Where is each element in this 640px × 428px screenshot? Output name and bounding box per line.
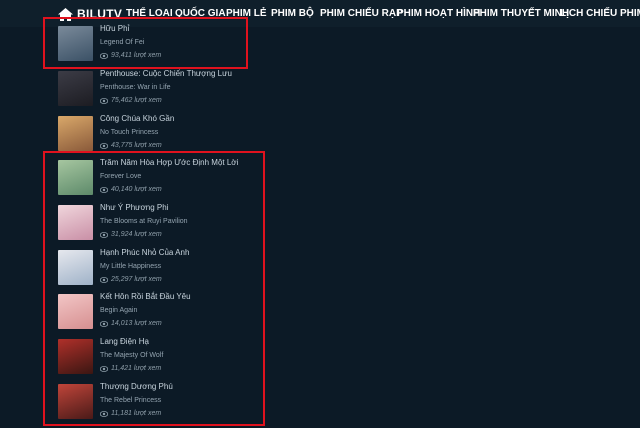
- movie-item[interactable]: Lang Điện Hạ The Majesty Of Wolf 11,421 …: [58, 337, 278, 377]
- eye-icon: [100, 97, 108, 104]
- movie-subtitle: No Touch Princess: [100, 129, 159, 136]
- views-count: 11,421 lượt xem: [111, 365, 162, 372]
- movie-title[interactable]: Lang Điện Hạ: [100, 337, 149, 347]
- movie-title[interactable]: Kết Hôn Rồi Bắt Đầu Yêu: [100, 292, 191, 302]
- movie-title[interactable]: Công Chúa Khó Gần: [100, 114, 174, 124]
- eye-icon: [100, 231, 108, 238]
- views-count: 14,013 lượt xem: [111, 320, 162, 327]
- movie-item[interactable]: Công Chúa Khó Gần No Touch Princess 43,7…: [58, 114, 278, 154]
- movie-subtitle: The Majesty Of Wolf: [100, 352, 164, 359]
- movie-poster[interactable]: [58, 205, 93, 240]
- movie-subtitle: The Rebel Princess: [100, 397, 162, 404]
- eye-icon: [100, 186, 108, 193]
- movie-subtitle: Forever Love: [100, 173, 142, 180]
- movie-title[interactable]: Trăm Năm Hòa Hợp Ước Định Một Lời: [100, 158, 238, 168]
- movie-views: 25,297 lượt xem: [100, 275, 162, 284]
- views-count: 31,924 lượt xem: [111, 231, 162, 238]
- eye-icon: [100, 365, 108, 372]
- movie-item[interactable]: Kết Hôn Rồi Bắt Đầu Yêu Begin Again 14,0…: [58, 292, 278, 332]
- views-count: 40,140 lượt xem: [111, 186, 162, 193]
- movie-poster[interactable]: [58, 160, 93, 195]
- movie-subtitle: Legend Of Fei: [100, 39, 145, 46]
- views-count: 11,181 lượt xem: [111, 410, 162, 417]
- movie-item[interactable]: Hữu Phỉ Legend Of Fei 93,411 lượt xem: [58, 24, 278, 64]
- movie-poster[interactable]: [58, 339, 93, 374]
- movie-item[interactable]: Trăm Năm Hòa Hợp Ước Định Một Lời Foreve…: [58, 158, 278, 198]
- movie-views: 93,411 lượt xem: [100, 51, 161, 60]
- movie-title[interactable]: Hạnh Phúc Nhỏ Của Anh: [100, 248, 189, 258]
- eye-icon: [100, 410, 108, 417]
- movie-poster[interactable]: [58, 250, 93, 285]
- eye-icon: [100, 276, 108, 283]
- movie-title[interactable]: Penthouse: Cuộc Chiến Thượng Lưu: [100, 69, 232, 79]
- eye-icon: [100, 142, 108, 149]
- movie-poster[interactable]: [58, 116, 93, 151]
- movie-title[interactable]: Thượng Dương Phú: [100, 382, 173, 392]
- movie-item[interactable]: Hạnh Phúc Nhỏ Của Anh My Little Happines…: [58, 248, 278, 288]
- movie-list: Hữu Phỉ Legend Of Fei 93,411 lượt xem Pe…: [0, 0, 640, 428]
- movie-poster[interactable]: [58, 294, 93, 329]
- movie-views: 75,462 lượt xem: [100, 96, 162, 105]
- movie-subtitle: Penthouse: War in Life: [100, 84, 171, 91]
- movie-poster[interactable]: [58, 71, 93, 106]
- movie-poster[interactable]: [58, 26, 93, 61]
- movie-views: 14,013 lượt xem: [100, 319, 162, 328]
- movie-item[interactable]: Thượng Dương Phú The Rebel Princess 11,1…: [58, 382, 278, 422]
- views-count: 75,462 lượt xem: [111, 97, 162, 104]
- movie-views: 43,775 lượt xem: [100, 141, 162, 150]
- views-count: 43,775 lượt xem: [111, 142, 162, 149]
- movie-poster[interactable]: [58, 384, 93, 419]
- movie-views: 40,140 lượt xem: [100, 185, 162, 194]
- movie-title[interactable]: Hữu Phỉ: [100, 24, 129, 34]
- views-count: 25,297 lượt xem: [111, 276, 162, 283]
- movie-item[interactable]: Như Ý Phương Phi The Blooms at Ruyi Pavi…: [58, 203, 278, 243]
- movie-views: 11,421 lượt xem: [100, 364, 161, 373]
- movie-subtitle: Begin Again: [100, 307, 138, 314]
- movie-subtitle: The Blooms at Ruyi Pavilion: [100, 218, 188, 225]
- movie-title[interactable]: Như Ý Phương Phi: [100, 203, 168, 213]
- movie-views: 11,181 lượt xem: [100, 409, 161, 418]
- eye-icon: [100, 320, 108, 327]
- views-count: 93,411 lượt xem: [111, 52, 162, 59]
- eye-icon: [100, 52, 108, 59]
- movie-views: 31,924 lượt xem: [100, 230, 162, 239]
- movie-item[interactable]: Penthouse: Cuộc Chiến Thượng Lưu Penthou…: [58, 69, 278, 109]
- movie-subtitle: My Little Happiness: [100, 263, 162, 270]
